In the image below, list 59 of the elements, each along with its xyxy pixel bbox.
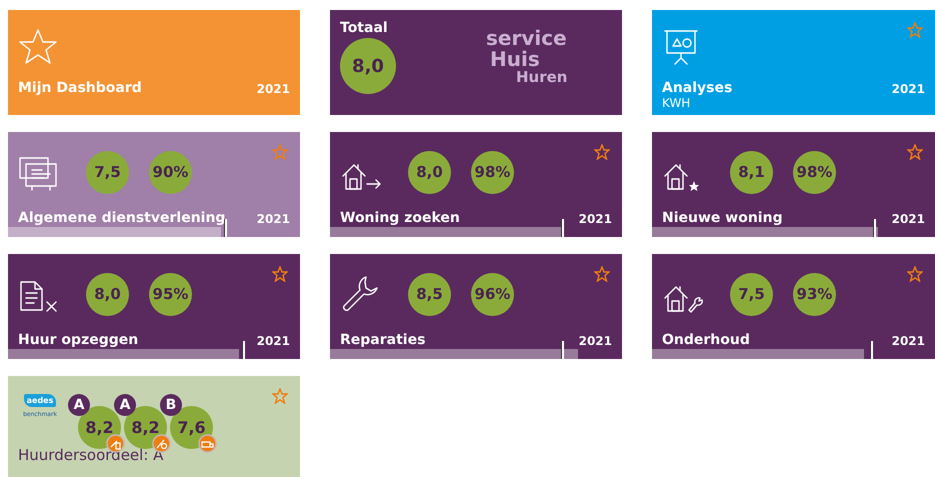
dashboard-tile[interactable]: 8,1 98% Nieuwe woning 2021 [652, 132, 935, 237]
score-badge: 7,5 [730, 272, 773, 316]
tile-title: Mijn Dashboard [18, 80, 142, 96]
score-badge: 7,5 [86, 150, 129, 194]
favorite-star-icon[interactable] [594, 266, 610, 282]
favorite-star-icon[interactable] [907, 266, 923, 282]
grade-badge: B [160, 394, 182, 416]
logo-text: aedes [24, 394, 56, 407]
tile-subtitle: KWH [662, 96, 692, 110]
monitor-icon [18, 156, 58, 192]
score-badge: 8,0 [408, 150, 451, 194]
score-badge: 98% [471, 150, 514, 194]
tile-year: 2021 [256, 82, 290, 96]
score-badge: 98% [793, 150, 836, 194]
wrench-icon [340, 274, 380, 314]
star-icon [18, 28, 58, 66]
dashboard-tile[interactable]: 8,5 96% Reparaties 2021 [330, 254, 622, 359]
tile-title: Huur opzeggen [18, 332, 138, 348]
favorite-star-icon[interactable] [272, 388, 288, 404]
tile-title: Woning zoeken [340, 210, 460, 226]
grade-badge: A [114, 394, 136, 416]
dashboard-tile[interactable]: 7,5 93% Onderhoud 2021 [652, 254, 935, 359]
score-badge: 8,0 [86, 272, 129, 316]
score-badge: 93% [793, 272, 836, 316]
tile-year: 2021 [892, 212, 925, 226]
dashboard-tile[interactable]: 8,0 95% Huur opzeggen 2021 [8, 254, 300, 359]
tile-year: 2021 [578, 334, 612, 348]
score-badge: 90% [149, 150, 192, 194]
score-badge: 8,5 [408, 272, 451, 316]
score-badge: 8,1 [730, 150, 773, 194]
tile-title: Nieuwe woning [662, 210, 783, 226]
presentation-icon [662, 28, 700, 66]
favorite-star-icon[interactable] [272, 144, 288, 160]
tile-title: Algemene dienstverlening [18, 210, 226, 226]
logo-word: Huis [490, 49, 541, 70]
tile-title: Reparaties [340, 332, 426, 348]
favorite-star-icon[interactable] [272, 266, 288, 282]
score-badge: 8,0 [340, 38, 396, 94]
favorite-star-icon[interactable] [594, 144, 610, 160]
logo-word: service [486, 28, 568, 49]
tile-year: 2021 [256, 212, 290, 226]
tool-icon [152, 434, 171, 453]
tile-year: 2021 [892, 82, 925, 96]
favorite-star-icon[interactable] [907, 22, 923, 38]
grade-badge: A [68, 394, 90, 416]
truck-icon [198, 434, 217, 453]
tile-title: Totaal [340, 20, 389, 36]
dashboard-tile[interactable]: Totaal 8,0 service Huis Huren [330, 10, 622, 115]
tile-year: 2021 [256, 334, 290, 348]
score-badge: 96% [471, 272, 514, 316]
dashboard-tile[interactable]: 7,5 90% Algemene dienstverlening 2021 [8, 132, 300, 237]
tile-title: Analyses [662, 80, 732, 96]
favorite-star-icon[interactable] [907, 144, 923, 160]
tile-year: 2021 [892, 334, 925, 348]
score-badge: 95% [149, 272, 192, 316]
dashboard-tile[interactable]: 8,0 98% Woning zoeken 2021 [330, 132, 622, 237]
tile-title: Onderhoud [662, 332, 750, 348]
logo-word: Huren [516, 70, 568, 86]
tile-year: 2021 [578, 212, 612, 226]
